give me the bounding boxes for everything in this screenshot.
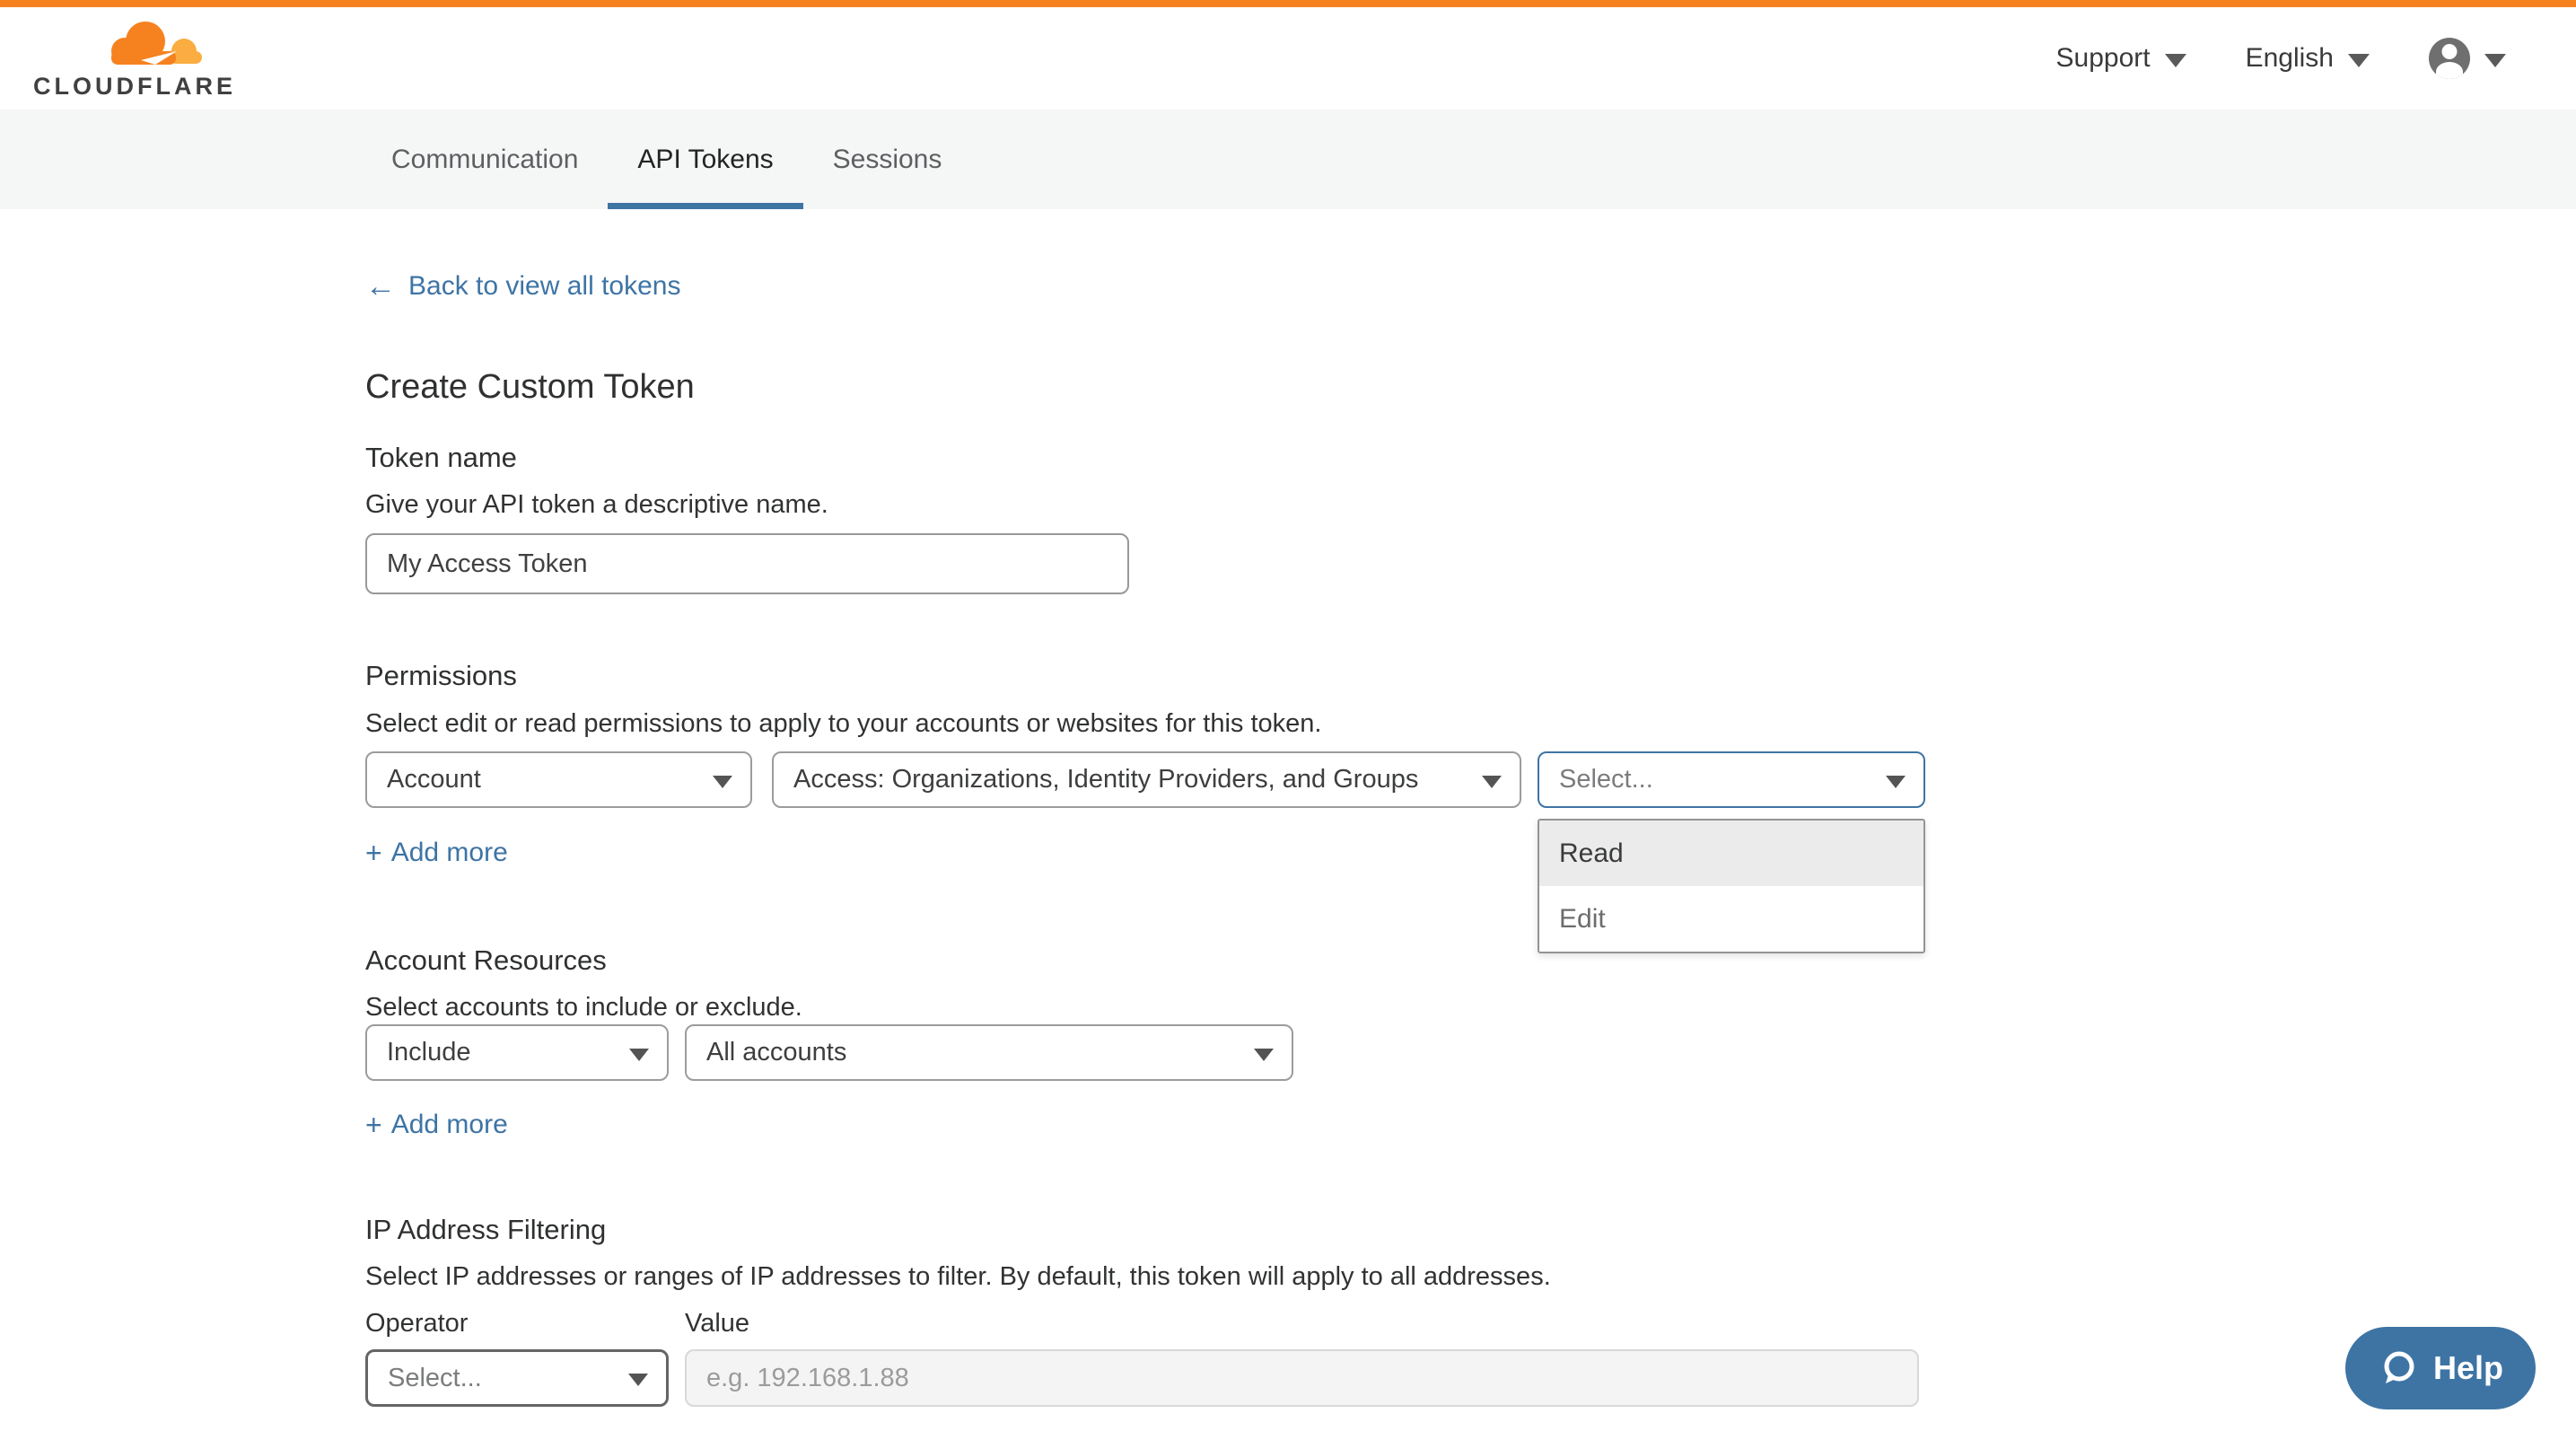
operator-label: Operator: [365, 1309, 468, 1339]
account-resources-add-more-label: Add more: [391, 1110, 508, 1140]
help-button-label: Help: [2433, 1349, 2503, 1387]
permission-access-select[interactable]: Select...: [1538, 751, 1925, 808]
header-nav: Support English: [2056, 38, 2576, 79]
chevron-down-icon: [1254, 1049, 1274, 1061]
back-arrow-icon: ←: [365, 271, 396, 302]
tab-communication[interactable]: Communication: [362, 110, 608, 209]
chevron-down-icon: [1886, 776, 1906, 788]
token-name-input[interactable]: [365, 533, 1129, 594]
permissions-heading: Permissions: [365, 660, 517, 692]
account-resources-heading: Account Resources: [365, 944, 607, 977]
plus-icon: +: [365, 838, 382, 867]
page: CLOUDFLARE Support English Communication…: [0, 0, 2576, 1431]
chevron-down-icon: [1482, 776, 1502, 788]
cloudflare-cloud-icon: [103, 17, 207, 71]
back-link-label: Back to view all tokens: [408, 271, 680, 302]
cloudflare-logo-text: CLOUDFLARE: [33, 73, 236, 101]
account-menu[interactable]: [2429, 38, 2506, 79]
language-menu-label: English: [2246, 43, 2334, 74]
account-resources-add-more-link[interactable]: + Add more: [365, 1110, 508, 1140]
token-name-heading: Token name: [365, 442, 517, 474]
permissions-description: Select edit or read permissions to apply…: [365, 709, 1321, 739]
back-link[interactable]: ← Back to view all tokens: [365, 271, 680, 302]
ip-operator-select[interactable]: Select...: [365, 1349, 669, 1407]
permission-scope-select[interactable]: Account: [365, 751, 752, 808]
chevron-down-icon: [629, 1049, 649, 1061]
resource-mode-value: Include: [387, 1038, 471, 1067]
permissions-add-more-link[interactable]: + Add more: [365, 838, 508, 868]
permissions-add-more-label: Add more: [391, 838, 508, 868]
ip-filtering-heading: IP Address Filtering: [365, 1214, 606, 1246]
token-name-description: Give your API token a descriptive name.: [365, 490, 828, 520]
user-avatar-icon: [2429, 38, 2470, 79]
chevron-down-icon: [2348, 54, 2370, 67]
permission-access-value: Select...: [1559, 765, 1653, 795]
account-resources-description: Select accounts to include or exclude.: [365, 993, 802, 1023]
ip-filtering-description: Select IP addresses or ranges of IP addr…: [365, 1262, 1551, 1292]
tab-api-tokens[interactable]: API Tokens: [608, 110, 802, 209]
support-menu-label: Support: [2056, 43, 2151, 74]
language-menu[interactable]: English: [2246, 43, 2370, 74]
value-label: Value: [685, 1309, 749, 1339]
support-menu[interactable]: Support: [2056, 43, 2186, 74]
resource-accounts-select[interactable]: All accounts: [685, 1024, 1293, 1081]
chat-bubble-icon: [2378, 1348, 2419, 1389]
brand-accent-bar: [0, 0, 2576, 7]
chevron-down-icon: [628, 1374, 648, 1386]
header: CLOUDFLARE Support English: [0, 7, 2576, 110]
menu-option-edit[interactable]: Edit: [1539, 886, 1923, 952]
chevron-down-icon: [713, 776, 732, 788]
page-title: Create Custom Token: [365, 368, 695, 407]
chevron-down-icon: [2165, 54, 2186, 67]
tab-sessions[interactable]: Sessions: [803, 110, 972, 209]
help-button[interactable]: Help: [2345, 1327, 2536, 1409]
permission-group-value: Access: Organizations, Identity Provider…: [793, 765, 1418, 795]
ip-operator-value: Select...: [388, 1364, 482, 1393]
resource-accounts-value: All accounts: [706, 1038, 846, 1067]
permission-group-select[interactable]: Access: Organizations, Identity Provider…: [772, 751, 1521, 808]
ip-value-input[interactable]: [685, 1349, 1919, 1407]
access-options-menu: Read Edit: [1538, 819, 1925, 953]
plus-icon: +: [365, 1111, 382, 1139]
cloudflare-logo[interactable]: CLOUDFLARE: [33, 17, 236, 101]
menu-option-read[interactable]: Read: [1539, 821, 1923, 886]
chevron-down-icon: [2484, 54, 2506, 67]
permission-scope-value: Account: [387, 765, 481, 795]
tab-bar: Communication API Tokens Sessions: [0, 110, 2576, 209]
resource-mode-select[interactable]: Include: [365, 1024, 669, 1081]
